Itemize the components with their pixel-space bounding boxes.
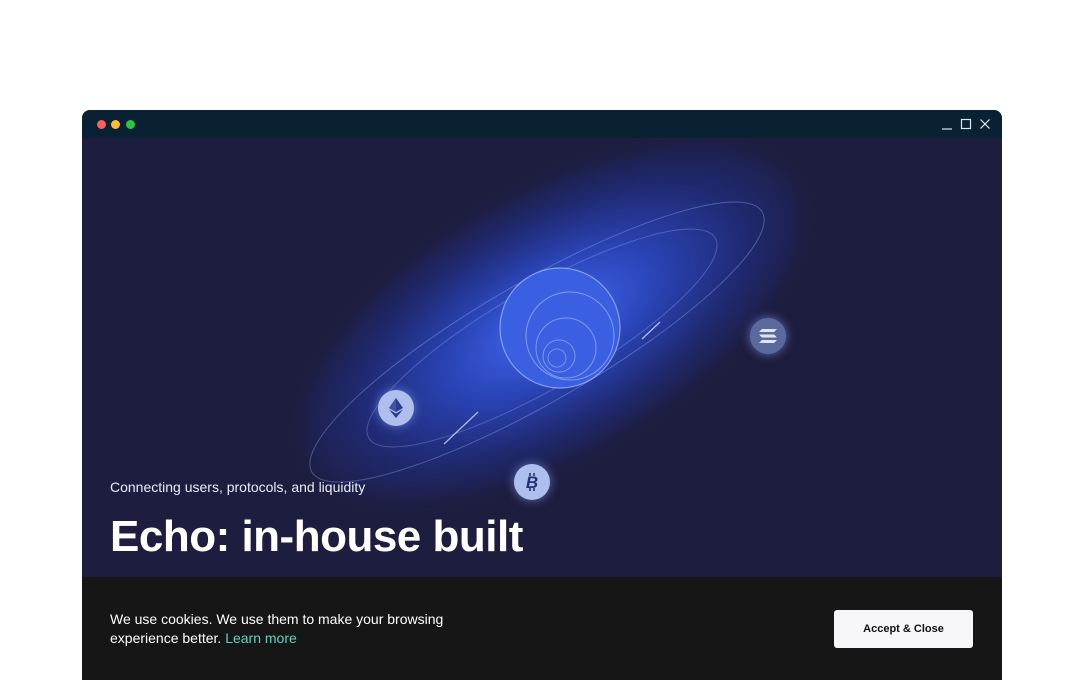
hero-headline: Echo: in-house built	[110, 512, 523, 561]
accept-close-button[interactable]: Accept & Close	[834, 610, 973, 648]
core-sphere	[499, 267, 621, 389]
ethereum-icon	[378, 390, 414, 426]
zoom-dot[interactable]	[126, 120, 135, 129]
minimize-dot[interactable]	[111, 120, 120, 129]
comet-trail	[443, 411, 479, 445]
close-icon[interactable]	[978, 117, 992, 131]
solana-icon	[750, 318, 786, 354]
window-titlebar	[82, 110, 1002, 138]
cookie-banner: We use cookies. We use them to make your…	[82, 577, 1002, 680]
learn-more-link[interactable]: Learn more	[225, 630, 297, 646]
close-dot[interactable]	[97, 120, 106, 129]
cookie-message: We use cookies. We use them to make your…	[110, 610, 480, 648]
browser-window: B Connecting users, protocols, and liqui…	[82, 110, 1002, 680]
maximize-icon[interactable]	[959, 117, 973, 131]
hero-tagline: Connecting users, protocols, and liquidi…	[110, 479, 366, 495]
bitcoin-icon: B	[514, 464, 550, 500]
minimize-icon[interactable]	[940, 117, 954, 131]
svg-text:B: B	[526, 473, 538, 492]
